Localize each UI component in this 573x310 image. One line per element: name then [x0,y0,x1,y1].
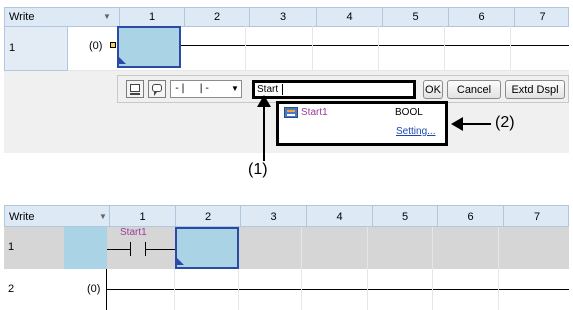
chevron-down-icon: ▼ [231,84,239,93]
row-1-left-selected [64,227,107,269]
cursor-corner-marker [177,258,184,265]
suggestion-name: Start1 [301,107,328,118]
selected-cell[interactable] [175,227,239,269]
input-toolbar: -| |- ▼ Start OK Cancel Extd Dspl [117,75,569,103]
column-header-1: 1 [109,206,175,226]
coil-index-label: (0) [87,283,101,295]
column-header-4: 4 [306,206,372,226]
column-header-3: 3 [240,206,306,226]
ladder-editor-before: Write ▼ 1 2 3 4 5 6 7 1 (0) -| |- ▼ Star… [0,0,573,161]
column-header-7: 7 [514,8,570,26]
device-input-field[interactable]: Start [252,80,416,99]
contact-line-left [107,249,130,250]
extended-display-button[interactable]: Extd Dspl [505,80,565,99]
power-rail-line [117,45,569,46]
row-number: 1 [8,241,15,253]
cancel-button[interactable]: Cancel [447,80,501,99]
column-header-2: 2 [175,206,240,226]
column-header-5: 5 [372,206,437,226]
ladder-coil-icon [110,42,116,48]
row-number: 1 [9,42,16,54]
suggestion-list: Start1 BOOL Setting... [279,104,445,143]
row-header-1[interactable]: 1 [4,26,68,71]
power-rail-line [107,289,569,290]
left-power-rail [106,269,107,310]
column-header-3: 3 [249,8,316,26]
dropdown-arrow-icon[interactable]: ▼ [99,208,107,226]
column-header-6: 6 [448,8,514,26]
write-mode-label: Write [9,211,35,223]
callout-label-1: (1) [248,161,268,178]
ladder-editor-after: Write ▼ 1 2 3 4 5 6 7 1 Start1 2 (0) [0,205,573,310]
dropdown-arrow-icon[interactable]: ▼ [103,8,111,26]
comment-icon[interactable] [148,80,166,98]
column-header-6: 6 [437,206,503,226]
suggestion-type: BOOL [395,107,423,118]
arrow-left-icon [451,117,491,131]
column-header-bar: Write ▼ 1 2 3 4 5 6 7 [4,205,569,227]
column-header-5: 5 [382,8,448,26]
monitor-icon[interactable] [126,80,144,98]
contact-line-right [146,249,175,250]
row-header-2[interactable]: 2 [4,269,64,310]
selected-cell[interactable] [117,26,181,68]
suggestion-item[interactable]: Start1 BOOL [279,104,445,122]
row-number: 2 [8,283,15,295]
column-header-4: 4 [316,8,382,26]
setting-link[interactable]: Setting... [396,126,435,137]
label-variable-icon [284,107,298,118]
coil-index-label: (0) [89,40,103,52]
ok-button[interactable]: OK [423,80,443,99]
callout-label-2: (2) [495,114,515,131]
write-mode-label: Write [9,11,35,23]
instruction-type-select[interactable]: -| |- ▼ [170,80,242,98]
contact-device-label: Start1 [120,227,147,238]
column-header-1: 1 [119,8,184,26]
contact-bar-left [130,242,131,256]
column-header-2: 2 [184,8,249,26]
column-header-7: 7 [503,206,570,226]
text-caret [282,84,283,95]
row-header-1[interactable]: 1 [4,227,64,269]
column-header-bar: Write ▼ 1 2 3 4 5 6 7 [4,7,569,27]
arrow-up-icon [257,95,271,161]
cursor-corner-marker [119,57,126,64]
